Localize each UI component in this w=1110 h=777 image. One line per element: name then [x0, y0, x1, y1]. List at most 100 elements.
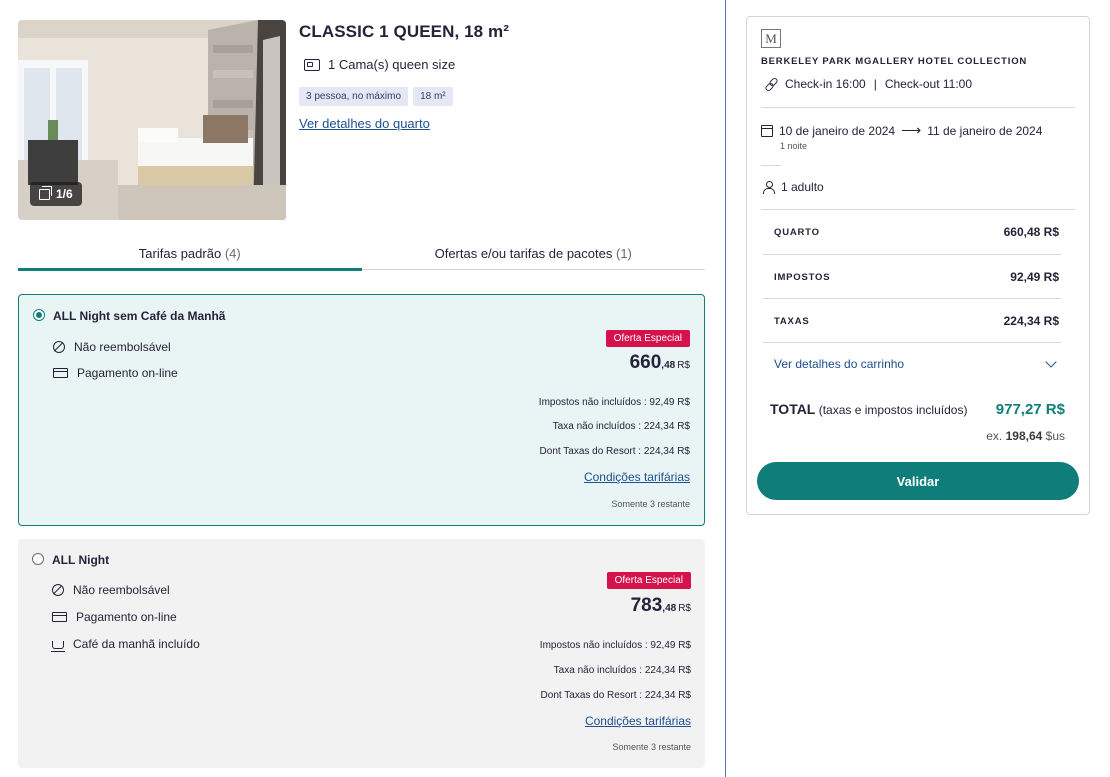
price-currency: R$	[677, 360, 690, 371]
rate-name: ALL Night	[52, 553, 110, 567]
price-currency: R$	[678, 603, 691, 614]
divider	[763, 254, 1061, 255]
line-value: 660,48 R$	[1003, 225, 1059, 239]
feature-online-payment: Pagamento on-line	[53, 366, 178, 380]
date-from: 10 de janeiro de 2024	[779, 123, 896, 138]
divider	[761, 107, 1075, 108]
checkin-checkout: Check-in 16:00 | Check-out 11:00	[765, 77, 972, 91]
summary-line-room: QUARTO 660,48 R$	[774, 225, 1059, 239]
total-row: TOTAL (taxas e impostos incluídos) 977,2…	[770, 401, 1065, 418]
credit-card-icon	[52, 612, 67, 622]
coffee-cup-icon	[51, 641, 65, 652]
divider	[763, 298, 1061, 299]
no-refund-icon	[52, 584, 64, 596]
line-label: IMPOSTOS	[774, 271, 831, 283]
booking-summary: M BERKELEY PARK MGALLERY HOTEL COLLECTIO…	[746, 16, 1090, 515]
total-label-group: TOTAL (taxas e impostos incluídos)	[770, 401, 967, 417]
hotel-name: BERKELEY PARK MGALLERY HOTEL COLLECTION	[761, 56, 1028, 67]
validate-button[interactable]: Validar	[757, 462, 1079, 500]
checkin-time: Check-in 16:00	[785, 77, 866, 91]
rate-price: 660,48 R$	[630, 352, 690, 374]
tax-line: Dont Taxas do Resort : 224,34 R$	[540, 690, 691, 701]
checkout-time: Check-out 11:00	[884, 77, 973, 91]
room-offer-column: 1/6 CLASSIC 1 QUEEN, 18 m² 1 Cama(s) que…	[0, 0, 726, 777]
hotel-logo: M	[761, 29, 781, 48]
chevron-down-icon	[1045, 356, 1057, 368]
rate-radio[interactable]	[33, 309, 45, 321]
room-photo[interactable]: 1/6	[18, 20, 286, 220]
rate-card-all-night-no-breakfast[interactable]: ALL Night sem Café da Manhã Não reembols…	[18, 294, 705, 526]
person-icon	[763, 180, 775, 194]
special-offer-badge: Oferta Especial	[605, 330, 690, 347]
summary-line-taxes: IMPOSTOS 92,49 R$	[774, 270, 1059, 284]
feature-text: Não reembolsável	[74, 340, 171, 354]
rate-name: ALL Night sem Café da Manhã	[53, 309, 226, 323]
usd-equivalent: ex. 198,64 $us	[986, 429, 1065, 443]
tag-size: 18 m²	[413, 87, 453, 106]
credit-card-icon	[53, 368, 68, 378]
no-refund-icon	[53, 341, 65, 353]
room-details-link[interactable]: Ver detalhes do quarto	[299, 116, 430, 131]
stay-dates: 10 de janeiro de 2024 ⟶ 11 de janeiro de…	[761, 122, 1042, 139]
date-to: 11 de janeiro de 2024	[927, 123, 1043, 138]
rate-tabs: Tarifas padrão (4) Ofertas e/ou tarifas …	[18, 240, 706, 271]
room-title: CLASSIC 1 QUEEN, 18 m²	[299, 22, 510, 41]
price-cents: ,48	[662, 603, 677, 614]
bed-info: 1 Cama(s) queen size	[304, 57, 455, 72]
tax-line: Dont Taxas do Resort : 224,34 R$	[539, 446, 690, 457]
rate-price: 783,48 R$	[631, 595, 691, 617]
tax-line: Impostos não incluídos : 92,49 R$	[539, 640, 691, 651]
guests-text: 1 adulto	[781, 180, 824, 194]
usd-value: 198,64	[1005, 429, 1043, 443]
total-sublabel: (taxas e impostos incluídos)	[818, 403, 968, 417]
link-icon	[765, 78, 777, 90]
divider	[761, 165, 781, 166]
rate-card-all-night[interactable]: ALL Night Não reembolsável Pagamento on-…	[18, 539, 705, 768]
bed-text: 1 Cama(s) queen size	[328, 57, 456, 72]
calendar-icon	[761, 124, 773, 137]
special-offer-badge: Oferta Especial	[606, 572, 691, 589]
tab-label: Tarifas padrão	[138, 246, 222, 261]
price-cents: ,48	[661, 360, 676, 371]
tax-line: Impostos não incluídos : 92,49 R$	[538, 397, 690, 408]
divider	[763, 342, 1061, 343]
usd-prefix: ex.	[986, 429, 1003, 443]
tax-line: Taxa não incluídos : 224,34 R$	[553, 665, 691, 676]
feature-text: Pagamento on-line	[76, 610, 177, 624]
price-integer: 660	[629, 352, 662, 373]
feature-non-refundable: Não reembolsável	[52, 583, 170, 597]
line-label: QUARTO	[774, 226, 820, 238]
cart-details-label: Ver detalhes do carrinho	[774, 357, 905, 371]
rate-conditions-link[interactable]: Condições tarifárias	[584, 470, 690, 484]
photo-counter[interactable]: 1/6	[30, 182, 82, 206]
arrow-right-icon: ⟶	[901, 122, 922, 138]
price-integer: 783	[630, 595, 663, 616]
tab-count: (4)	[224, 246, 241, 261]
nights-count: 1 noite	[780, 141, 808, 151]
feature-online-payment: Pagamento on-line	[52, 610, 177, 624]
cart-details-toggle[interactable]: Ver detalhes do carrinho	[774, 356, 1059, 371]
line-value: 92,49 R$	[1010, 270, 1059, 284]
tax-line: Taxa não incluídos : 224,34 R$	[552, 421, 690, 432]
guests: 1 adulto	[763, 180, 824, 194]
total-value: 977,27 R$	[995, 401, 1065, 418]
separator: |	[873, 77, 877, 91]
line-label: TAXAS	[774, 315, 810, 327]
feature-text: Não reembolsável	[73, 583, 170, 597]
tab-standard-rates[interactable]: Tarifas padrão (4)	[18, 240, 362, 271]
rooms-remaining: Somente 3 restante	[611, 499, 690, 509]
rate-radio[interactable]	[32, 553, 44, 565]
feature-breakfast-included: Café da manhã incluído	[51, 637, 200, 652]
tab-package-offers[interactable]: Ofertas e/ou tarifas de pacotes (1)	[362, 240, 706, 269]
tag-capacity: 3 pessoa, no máximo	[299, 87, 409, 106]
gallery-icon	[39, 185, 52, 200]
tab-label: Ofertas e/ou tarifas de pacotes	[434, 246, 613, 261]
tab-count: (1)	[616, 246, 632, 261]
line-value: 224,34 R$	[1003, 314, 1059, 328]
summary-line-fees: TAXAS 224,34 R$	[774, 314, 1059, 328]
usd-suffix: $us	[1045, 429, 1065, 443]
divider	[761, 209, 1075, 210]
room-tags: 3 pessoa, no máximo 18 m²	[299, 87, 453, 106]
rate-conditions-link[interactable]: Condições tarifárias	[585, 714, 691, 728]
feature-text: Café da manhã incluído	[73, 637, 200, 651]
